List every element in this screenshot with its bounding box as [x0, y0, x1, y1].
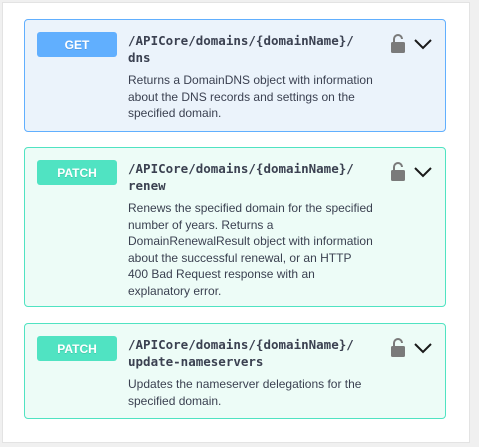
endpoint-path-line1: /APICore/domains/{domainName}/: [128, 161, 354, 176]
operation-get-dns[interactable]: GET /APICore/domains/{domainName}/ dns R…: [24, 19, 446, 132]
method-badge-get[interactable]: GET: [37, 32, 117, 57]
method-badge-patch[interactable]: PATCH: [37, 160, 117, 185]
endpoint-path[interactable]: /APICore/domains/{domainName}/ update-na…: [128, 336, 378, 370]
endpoint-description: Renews the specified domain for the spec…: [128, 201, 373, 298]
chevron-down-icon[interactable]: [413, 166, 433, 178]
lock-open-icon[interactable]: [390, 34, 406, 53]
lock-open-icon[interactable]: [390, 162, 406, 181]
endpoint-description: Returns a DomainDNS object with informat…: [128, 73, 373, 120]
lock-open-icon[interactable]: [390, 338, 406, 357]
endpoint-path-line2: renew: [128, 178, 166, 193]
endpoint-path-line1: /APICore/domains/{domainName}/: [128, 337, 354, 352]
chevron-down-icon[interactable]: [413, 342, 433, 354]
endpoint-path[interactable]: /APICore/domains/{domainName}/ dns: [128, 32, 378, 66]
operation-patch-update-nameservers[interactable]: PATCH /APICore/domains/{domainName}/ upd…: [24, 323, 446, 419]
endpoint-path-line2: dns: [128, 50, 151, 65]
endpoint-path-line1: /APICore/domains/{domainName}/: [128, 33, 354, 48]
operation-patch-renew[interactable]: PATCH /APICore/domains/{domainName}/ ren…: [24, 147, 446, 307]
endpoint-description: Updates the nameserver delegations for t…: [128, 377, 362, 408]
endpoint-path-line2: update-nameservers: [128, 354, 264, 369]
operations-panel: GET /APICore/domains/{domainName}/ dns R…: [2, 2, 470, 443]
method-badge-patch[interactable]: PATCH: [37, 336, 117, 361]
chevron-down-icon[interactable]: [413, 38, 433, 50]
endpoint-path[interactable]: /APICore/domains/{domainName}/ renew: [128, 160, 378, 194]
